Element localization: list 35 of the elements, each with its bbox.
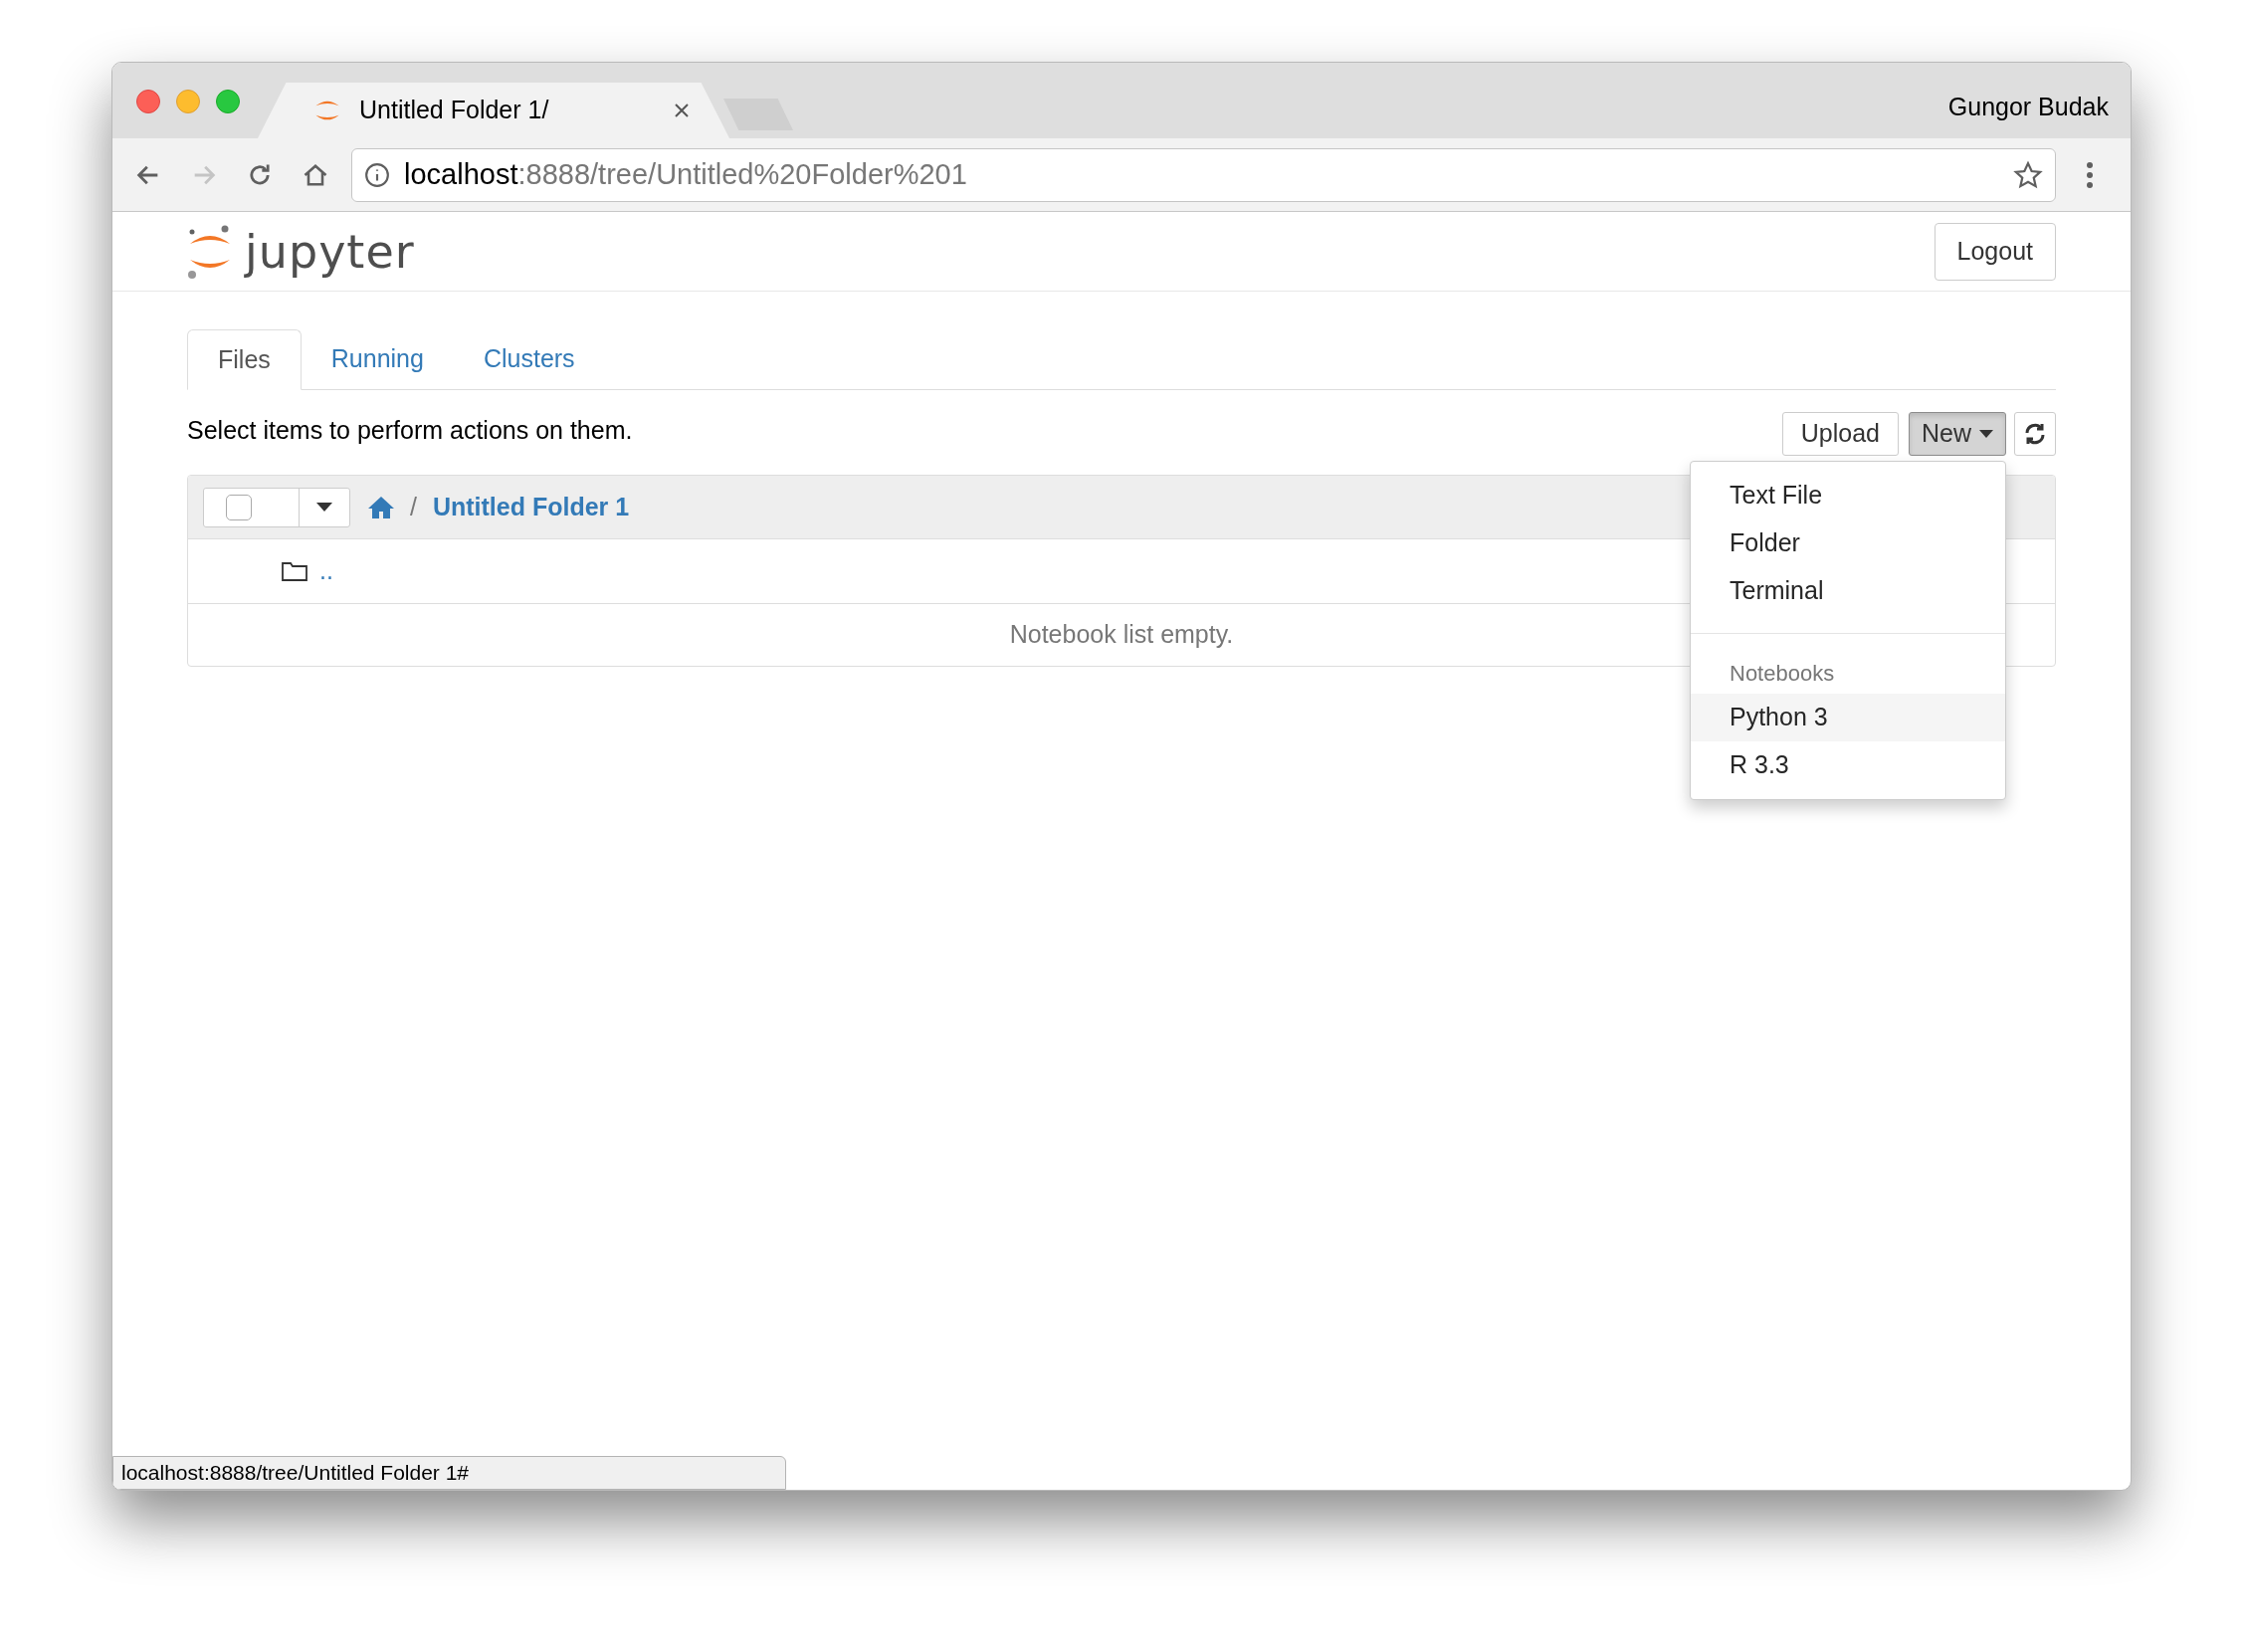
address-bar[interactable]: localhost:8888/tree/Untitled%20Folder%201 xyxy=(351,147,2056,202)
select-all-checkbox[interactable] xyxy=(226,494,252,520)
close-tab-icon[interactable] xyxy=(674,103,690,118)
tab[interactable]: Clusters xyxy=(453,329,605,389)
refresh-button[interactable] xyxy=(2014,412,2056,456)
home-icon[interactable] xyxy=(368,496,394,518)
menu-section-header: Notebooks xyxy=(1729,659,1836,688)
folder-link[interactable]: .. xyxy=(319,552,333,590)
menu-item[interactable]: Folder xyxy=(1691,519,2005,567)
tab-title: Untitled Folder 1/ xyxy=(359,95,549,126)
close-window-button[interactable] xyxy=(136,90,160,113)
bookmark-star-icon[interactable] xyxy=(2013,159,2043,190)
new-button[interactable]: New xyxy=(1909,412,2006,456)
menu-icon[interactable] xyxy=(2086,160,2094,189)
refresh-icon xyxy=(2023,422,2047,446)
caret-icon xyxy=(1979,430,1993,438)
menu-item[interactable]: R 3.3 xyxy=(1691,741,2005,789)
menu-item[interactable]: Text File xyxy=(1691,472,2005,519)
menu-item[interactable]: Python 3 xyxy=(1691,694,2005,741)
folder-icon xyxy=(282,561,307,581)
profile-name[interactable]: Gungor Budak xyxy=(1947,89,2109,126)
instruction-text: Select items to perform actions on them. xyxy=(187,415,633,447)
browser-tab[interactable]: Untitled Folder 1/ xyxy=(258,83,729,138)
empty-list-message: Notebook list empty. xyxy=(1009,619,1234,651)
menu-item[interactable]: Terminal xyxy=(1691,567,2005,615)
url-text: localhost:8888/tree/Untitled%20Folder%201 xyxy=(404,156,967,192)
logout-button[interactable]: Logout xyxy=(1934,222,2056,281)
info-icon[interactable] xyxy=(364,161,390,188)
caret-icon xyxy=(316,503,332,512)
tab[interactable]: Files xyxy=(187,329,302,390)
upload-button[interactable]: Upload xyxy=(1781,412,1899,456)
status-url-text: localhost:8888/tree/Untitled Folder 1# xyxy=(121,1460,470,1487)
breadcrumb-link[interactable]: Untitled Folder 1 xyxy=(432,488,630,526)
tab[interactable]: Running xyxy=(301,329,454,389)
breadcrumb-separator: / xyxy=(410,491,417,522)
